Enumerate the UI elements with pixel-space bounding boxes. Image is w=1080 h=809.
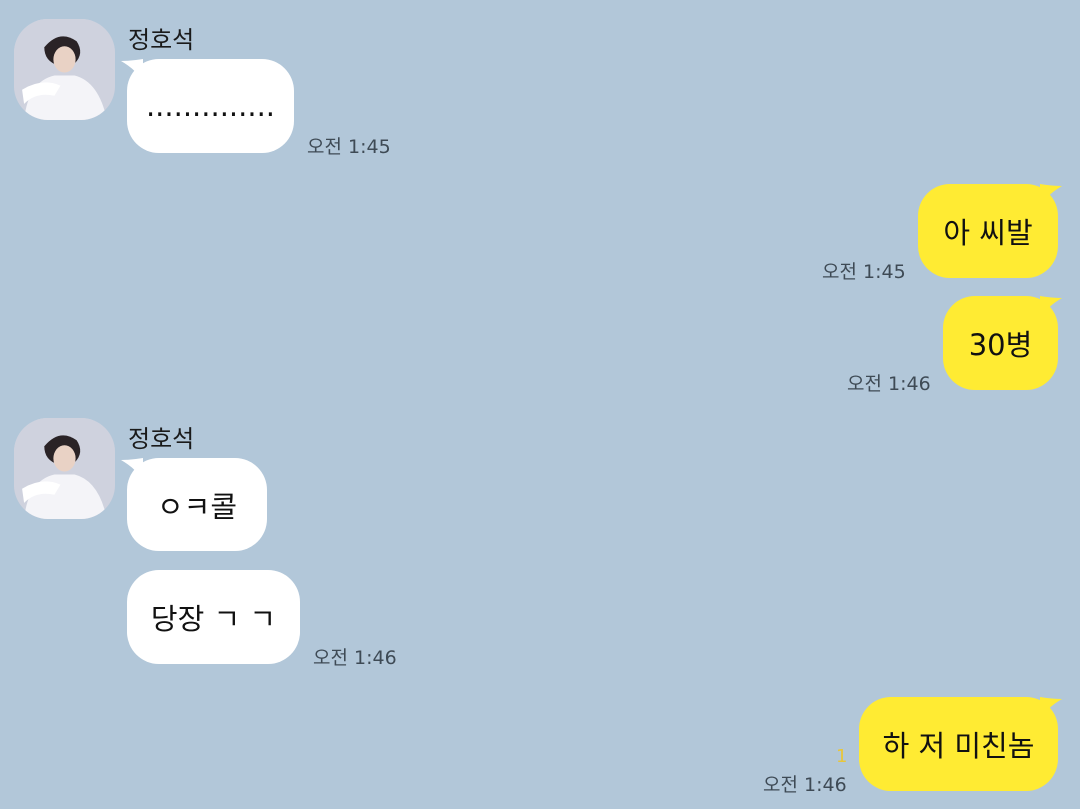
bubble-tail (1040, 184, 1062, 206)
avatar[interactable] (14, 19, 115, 120)
profile-photo-icon (14, 19, 115, 120)
bubble-tail (1040, 697, 1062, 719)
sender-name: 정호석 (128, 425, 195, 453)
bubble-tail (1040, 296, 1062, 318)
message-bubble[interactable]: ㅇㅋ콜 (127, 458, 267, 551)
message-time: 오전 1:45 (307, 136, 391, 158)
message-bubble[interactable]: 아 씨발 (918, 184, 1058, 278)
message-bubble[interactable]: 당장 ㄱ ㄱ (127, 570, 300, 664)
sender-name: 정호석 (128, 26, 195, 54)
message-bubble[interactable]: .............. (127, 59, 294, 153)
profile-photo-icon (14, 418, 115, 519)
message-time: 오전 1:45 (822, 261, 906, 283)
message-time: 오전 1:46 (847, 373, 931, 395)
message-bubble[interactable]: 하 저 미친놈 (859, 697, 1058, 791)
message-time: 오전 1:46 (763, 774, 847, 796)
unread-count: 1 (836, 746, 848, 767)
avatar[interactable] (14, 418, 115, 519)
message-time: 오전 1:46 (313, 647, 397, 669)
